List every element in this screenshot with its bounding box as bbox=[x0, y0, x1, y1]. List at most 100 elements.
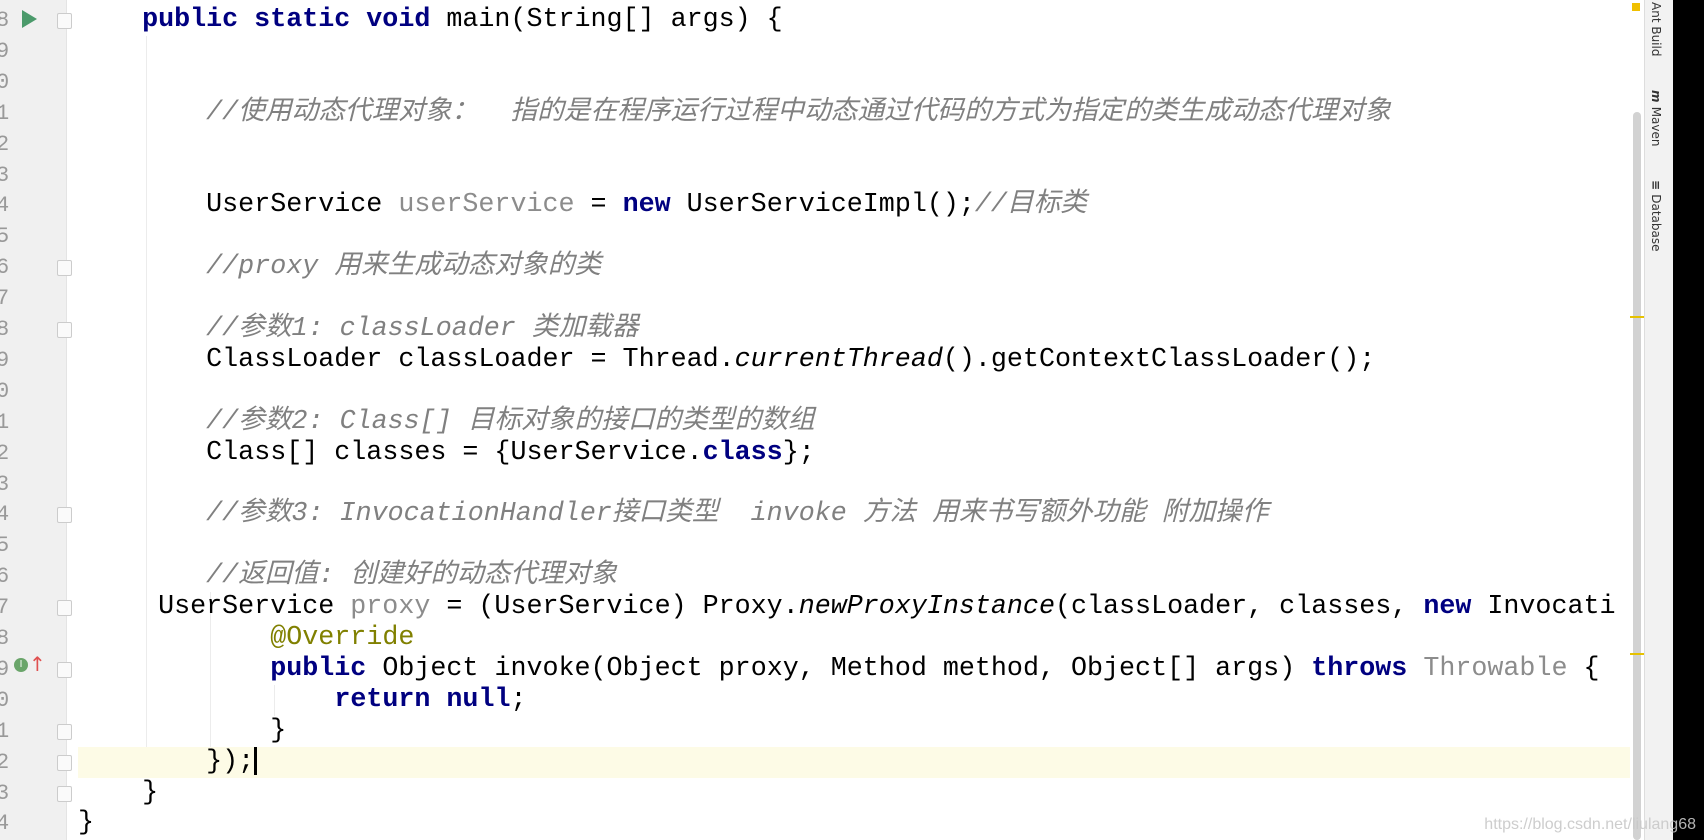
code-token: //proxy 用来生成动态对象的类 bbox=[206, 252, 602, 283]
code-line[interactable]: Class[] classes = {UserService.class}; bbox=[78, 438, 1632, 469]
code-line[interactable]: } bbox=[78, 778, 1632, 809]
code-line[interactable] bbox=[78, 36, 1632, 67]
line-number: 5 bbox=[0, 224, 10, 250]
tool-window-database[interactable]: ≡ Database bbox=[1649, 180, 1663, 252]
line-number: 8 bbox=[0, 317, 10, 342]
code-line[interactable]: //proxy 用来生成动态对象的类 bbox=[78, 252, 1632, 283]
code-line[interactable]: //参数2: Class[] 目标对象的接口的类型的数组 bbox=[78, 407, 1632, 438]
scrollbar-thumb[interactable] bbox=[1633, 112, 1641, 840]
fold-marker-icon[interactable] bbox=[57, 723, 72, 740]
line-number: 0 bbox=[0, 378, 10, 404]
code-token: }); bbox=[206, 746, 255, 777]
code-line[interactable]: UserService userService = new UserServic… bbox=[78, 190, 1632, 221]
code-token: Throwable bbox=[1423, 653, 1568, 684]
line-number: 3 bbox=[0, 780, 10, 806]
fold-marker-icon[interactable] bbox=[57, 754, 72, 771]
line-number: 9 bbox=[0, 656, 10, 682]
code-token: ().getContextClassLoader(); bbox=[942, 344, 1376, 375]
code-token: throws bbox=[1311, 653, 1408, 684]
code-line[interactable] bbox=[78, 376, 1632, 407]
line-number-gutter: 8 9 0 1 2 3 4 5 6 7 8 9 0 1 2 3 4 5 6 7 8 9 0 1 2 3 4 bbox=[0, 0, 72, 840]
code-token: UserServiceImpl(); bbox=[670, 190, 975, 221]
line-number: 6 bbox=[0, 255, 10, 281]
code-line[interactable] bbox=[78, 469, 1632, 500]
fold-marker-icon[interactable] bbox=[57, 661, 72, 678]
code-line[interactable]: //使用动态代理对象： 指的是在程序运行过程中动态通过代码的方式为指定的类生成动… bbox=[78, 98, 1632, 129]
line-number: 6 bbox=[0, 564, 10, 590]
line-number: 8 bbox=[0, 8, 10, 33]
code-token: //参数2: Class[] 目标对象的接口的类型的数组 bbox=[206, 406, 815, 437]
code-line[interactable] bbox=[78, 221, 1632, 252]
code-token: proxy bbox=[350, 592, 431, 623]
fold-marker-icon[interactable] bbox=[57, 322, 72, 338]
fold-marker-icon[interactable] bbox=[57, 600, 72, 617]
code-token: //使用动态代理对象： 指的是在程序运行过程中动态通过代码的方式为指定的类生成动… bbox=[206, 97, 1392, 128]
warning-marker[interactable] bbox=[1630, 653, 1644, 655]
line-number: 1 bbox=[0, 718, 10, 744]
line-number: 3 bbox=[0, 162, 10, 188]
fold-marker-icon[interactable] bbox=[57, 260, 72, 277]
inspection-status-icon[interactable] bbox=[1632, 3, 1640, 11]
code-line[interactable] bbox=[78, 530, 1632, 561]
fold-marker-icon[interactable] bbox=[57, 785, 72, 802]
code-token: return null bbox=[334, 684, 511, 715]
code-line[interactable]: //参数3: InvocationHandler接口类型 invoke 方法 用… bbox=[78, 499, 1632, 530]
database-icon: ≡ bbox=[1649, 180, 1663, 195]
code-line[interactable] bbox=[78, 129, 1632, 160]
code-editor[interactable]: 8 9 0 1 2 3 4 5 6 7 8 9 0 1 2 3 4 5 6 7 8 9 0 1 2 3 4 I ↑ public s… bbox=[0, 0, 1644, 840]
line-number: 3 bbox=[0, 471, 10, 497]
code-line[interactable]: UserService proxy = (UserService) Proxy.… bbox=[78, 592, 1632, 623]
code-token: userService bbox=[398, 190, 575, 221]
line-number: 1 bbox=[0, 409, 10, 435]
tool-window-maven[interactable]: m Maven bbox=[1649, 90, 1663, 146]
code-token: @Override bbox=[270, 623, 415, 653]
implements-method-icon[interactable]: I bbox=[14, 658, 28, 672]
code-line[interactable]: public static void main(String[] args) { bbox=[78, 5, 1632, 36]
code-token: ; bbox=[510, 684, 527, 715]
fold-marker-icon[interactable] bbox=[57, 507, 72, 524]
line-number: 4 bbox=[0, 193, 10, 219]
code-line[interactable] bbox=[78, 283, 1632, 314]
code-token: new bbox=[622, 190, 671, 221]
code-token: //返回值: 创建好的动态代理对象 bbox=[206, 561, 618, 592]
code-token: UserService bbox=[158, 592, 351, 623]
fold-marker-icon[interactable] bbox=[57, 13, 72, 29]
vertical-scrollbar[interactable] bbox=[1630, 0, 1644, 840]
code-line[interactable]: ClassLoader classLoader = Thread.current… bbox=[78, 345, 1632, 376]
line-number: 0 bbox=[0, 687, 10, 713]
code-token: main(String[] args) { bbox=[430, 5, 783, 35]
line-number: 5 bbox=[0, 533, 10, 559]
code-token: //目标类 bbox=[974, 190, 1087, 221]
line-number: 2 bbox=[0, 749, 10, 775]
code-line[interactable]: //参数1: classLoader 类加载器 bbox=[78, 314, 1632, 345]
code-line[interactable]: @Override bbox=[78, 623, 1632, 654]
override-arrow-icon[interactable]: ↑ bbox=[29, 652, 46, 676]
line-number: 4 bbox=[0, 811, 10, 837]
line-number: 9 bbox=[0, 347, 10, 373]
tool-window-label: Database bbox=[1649, 194, 1663, 252]
warning-marker[interactable] bbox=[1630, 316, 1644, 318]
code-token: ClassLoader classLoader = Thread. bbox=[206, 344, 735, 375]
code-token: (classLoader, classes, bbox=[1054, 592, 1424, 623]
watermark: https://blog.csdn.net/liulang68 bbox=[1484, 816, 1696, 833]
text-caret bbox=[254, 746, 258, 775]
code-line[interactable]: return null; bbox=[78, 685, 1632, 716]
code-line[interactable] bbox=[78, 160, 1632, 191]
code-line[interactable]: public Object invoke(Object proxy, Metho… bbox=[78, 654, 1632, 685]
code-line[interactable]: }); bbox=[78, 746, 1632, 778]
code-token: newProxyInstance bbox=[798, 592, 1055, 623]
code-token: = bbox=[574, 190, 623, 221]
code-area[interactable]: public static void main(String[] args) {… bbox=[78, 0, 1632, 840]
code-line[interactable] bbox=[78, 67, 1632, 98]
code-line[interactable]: //返回值: 创建好的动态代理对象 bbox=[78, 561, 1632, 592]
tool-window-ant-build[interactable]: Ant Build bbox=[1649, 2, 1663, 56]
run-icon[interactable] bbox=[22, 10, 37, 28]
code-line[interactable]: } bbox=[78, 808, 1632, 839]
tool-window-label: Maven bbox=[1649, 106, 1663, 147]
code-token: public bbox=[270, 653, 367, 684]
line-number: 8 bbox=[0, 626, 10, 651]
code-token: } bbox=[78, 808, 95, 839]
code-token: Class[] classes = {UserService. bbox=[206, 437, 703, 468]
code-line[interactable]: } bbox=[78, 716, 1632, 747]
